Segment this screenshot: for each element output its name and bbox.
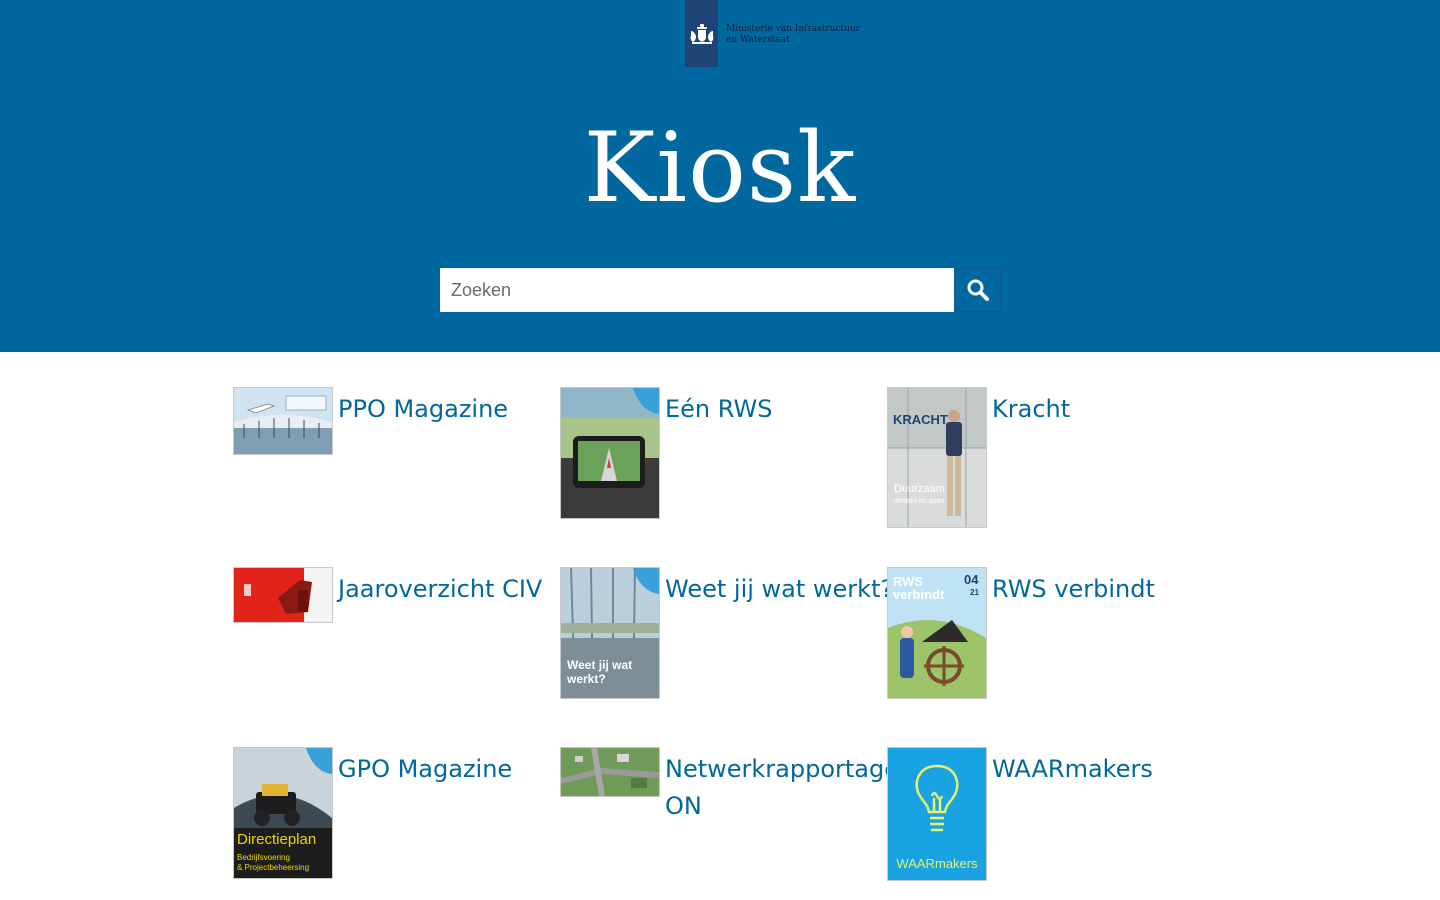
publication-title[interactable]: Netwerkrapportage ON (665, 751, 899, 825)
publication-title[interactable]: Eén RWS (665, 391, 772, 428)
ministry-name-line2: en Waterstaat (726, 34, 790, 45)
publication-title[interactable]: WAARmakers (992, 751, 1153, 788)
cover-title: Directieplan (237, 831, 316, 848)
search-input[interactable] (440, 268, 954, 312)
publication-title[interactable]: Weet jij wat werkt? (665, 571, 893, 608)
cover-title: KRACHT (893, 412, 948, 427)
cover-title: Weet jij wat (567, 658, 632, 672)
publication-cover[interactable]: KRACHT Duurzaam denken en doen (887, 387, 987, 528)
logo-bar (685, 0, 718, 67)
publication-title[interactable]: GPO Magazine (338, 751, 512, 788)
search-icon (967, 279, 989, 301)
search-button[interactable] (954, 268, 1001, 312)
cover-issue-2: 21 (970, 588, 979, 597)
cover-subtitle-2: & Projectbeheersing (237, 863, 309, 872)
site-header: Ministerie van Infrastructuur en Waterst… (0, 0, 1440, 352)
publication-item[interactable]: PPO Magazine (233, 387, 508, 455)
cover-issue: 04 (964, 572, 979, 587)
publication-cover[interactable]: RWS verbindt 04 21 (887, 567, 987, 699)
publication-item[interactable]: WAARmakers WAARmakers (887, 747, 1153, 881)
publication-item[interactable]: Jaaroverzicht CIV (233, 567, 542, 623)
publication-cover[interactable]: Weet jij wat werkt? (560, 567, 660, 699)
publication-item[interactable]: Eén RWS (560, 387, 772, 519)
cover-subtitle: Bedrijfsvoering (237, 853, 290, 862)
ministry-name-line1: Ministerie van Infrastructuur (726, 23, 861, 34)
cover-subtitle: Duurzaam (894, 483, 945, 495)
publication-title[interactable]: PPO Magazine (338, 391, 508, 428)
publication-item[interactable]: KRACHT Duurzaam denken en doen Kracht (887, 387, 1070, 528)
publication-item[interactable]: Weet jij wat werkt? Weet jij wat werkt? (560, 567, 893, 699)
cover-subtitle-2: denken en doen (894, 498, 944, 505)
publication-title[interactable]: RWS verbindt (992, 571, 1155, 608)
publication-item[interactable]: Directieplan Bedrijfsvoering & Projectbe… (233, 747, 512, 879)
publication-item[interactable]: RWS verbindt 04 21 RWS verbindt (887, 567, 1155, 699)
cover-title-2: werkt? (566, 672, 606, 686)
publication-cover[interactable] (560, 387, 660, 519)
publication-cover[interactable] (560, 747, 660, 797)
publication-cover[interactable]: Directieplan Bedrijfsvoering & Projectbe… (233, 747, 333, 879)
publication-cover[interactable] (233, 567, 333, 623)
publication-title[interactable]: Kracht (992, 391, 1070, 428)
publication-item[interactable]: Netwerkrapportage ON (560, 747, 899, 825)
page-title: Kiosk (583, 112, 857, 224)
ministry-logo[interactable]: Ministerie van Infrastructuur en Waterst… (685, 0, 860, 67)
ministry-name: Ministerie van Infrastructuur en Waterst… (726, 24, 860, 46)
search-form (440, 268, 1001, 312)
publication-cover[interactable]: WAARmakers (887, 747, 987, 881)
coat-of-arms-icon (690, 23, 713, 44)
cover-title-2: verbindt (893, 587, 945, 602)
publication-cover[interactable] (233, 387, 333, 455)
publication-title[interactable]: Jaaroverzicht CIV (338, 571, 542, 608)
cover-title: WAARmakers (896, 856, 978, 871)
